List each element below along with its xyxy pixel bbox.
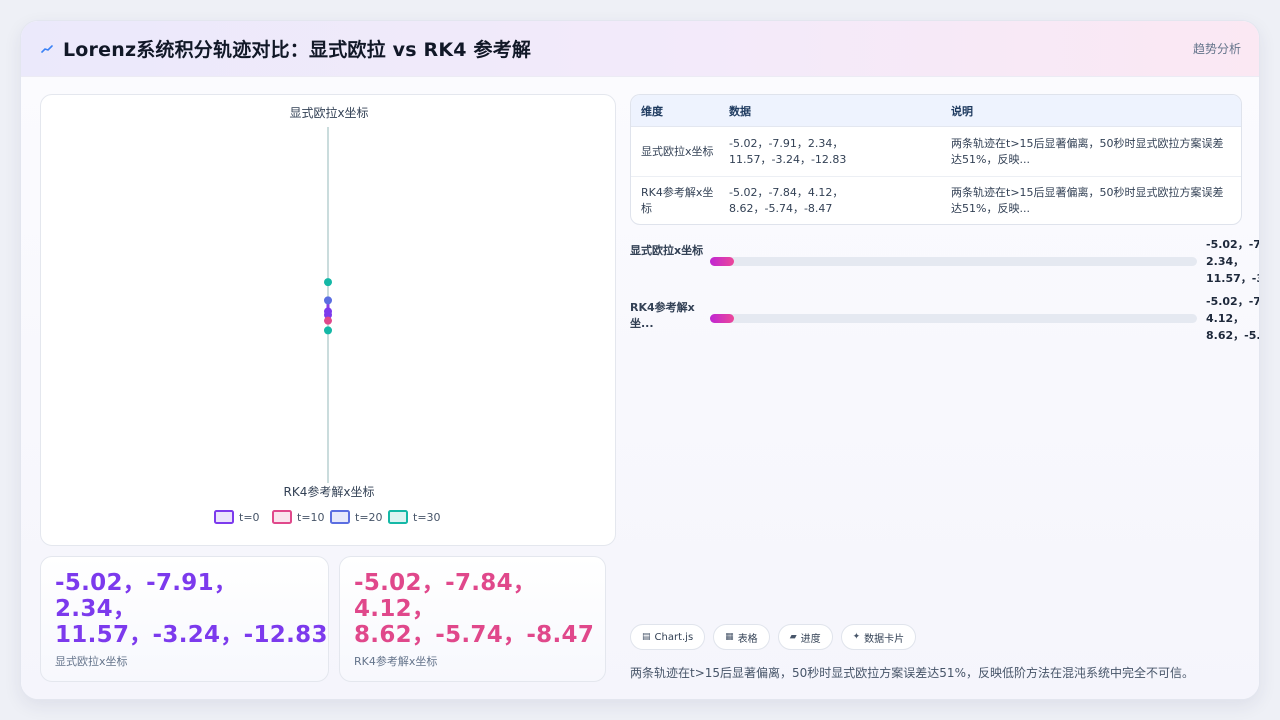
chip-chartjs[interactable]: ▤ Chart.js [630,624,706,650]
table-row: RK4参考解x坐标 -5.02，-7.84，4.12，8.62，-5.74，-8… [631,176,1241,224]
legend-label: t=10 [297,511,325,524]
header-bar: Lorenz系统积分轨迹对比：显式欧拉 vs RK4 参考解 趋势分析 [21,21,1259,77]
table-cell: -5.02，-7.84，4.12，8.62，-5.74，-8.47 [729,186,844,215]
x-axis-label: RK4参考解x坐标 [284,484,375,499]
data-card-icon: ✦ [852,632,861,642]
stat-card-euler: -5.02，-7.91， 2.34， 11.57，-3.24，-12.83 显式… [40,556,329,682]
legend-swatch [214,510,234,524]
progress-track [710,314,1197,323]
chip-data-card[interactable]: ✦ 数据卡片 [840,624,917,650]
chart-title: 显式欧拉x坐标 [289,105,368,120]
data-point [324,307,332,316]
trend-analysis-link[interactable]: 趋势分析 [1193,40,1241,57]
chip-label: 表格 [737,633,758,645]
legend-swatch [272,510,292,524]
legend-swatch [330,510,350,524]
table-cell: 两条轨迹在t>15后显著偏离，50秒时显式欧拉方案误差达51%，反映... [951,136,1224,166]
progress-track [710,257,1197,266]
chip-bar: ▤ Chart.js ▦ 表格 ▰ 进度 ✦ 数据卡片 [630,624,917,650]
table-cell: 显式欧拉x坐标 [641,144,714,158]
progress-fill [710,314,735,323]
table-cell: -5.02，-7.91，2.34，11.57，-3.24，-12.83 [729,136,847,166]
column-header: 说明 [951,104,973,118]
stat-value: -5.02，-7.84， 4.12， 8.62，-5.74，-8.47 [354,570,595,648]
dashboard-card: Lorenz系统积分轨迹对比：显式欧拉 vs RK4 参考解 趋势分析 显式欧拉… [20,20,1260,700]
legend-label: t=20 [355,511,383,524]
table-cell: RK4参考解x坐标 [641,186,714,215]
data-table: 维度 数据 说明 显式欧拉x坐标 -5.02，-7.91，2.34，11.57，… [630,94,1242,225]
trend-line-icon [41,44,53,53]
progress-icon: ▰ [789,632,797,642]
stat-label: 显式欧拉x坐标 [55,655,128,668]
table-icon: ▦ [725,632,734,642]
progress-label: RK4参考解x坐... [630,301,695,330]
data-point [324,326,332,335]
progress-row-rk4: RK4参考解x坐... -5.02，-7 4.12， 8.62，-5. [630,295,1259,342]
progress-row-euler: 显式欧拉x坐标 -5.02，-7 2.34， 11.57，-3 [630,238,1259,285]
chip-label: Chart.js [654,631,694,643]
scatter-chart: 显式欧拉x坐标 RK4参考解x坐标 t=0 t=10 t=20 t=30 [214,105,441,524]
progress-value: -5.02，-7 4.12， 8.62，-5. [1206,295,1260,342]
chip-label: 进度 [800,633,821,645]
chip-label: 数据卡片 [864,633,905,645]
column-header: 维度 [641,104,663,118]
progress-label: 显式欧拉x坐标 [630,244,704,257]
legend-label: t=0 [239,511,260,524]
chip-progress[interactable]: ▰ 进度 [777,624,833,650]
stat-label: RK4参考解x坐标 [354,655,438,668]
progress-fill [710,257,735,266]
table-row: 显式欧拉x坐标 -5.02，-7.91，2.34，11.57，-3.24，-12… [631,127,1241,176]
chart-panel: 显式欧拉x坐标 RK4参考解x坐标 t=0 t=10 t=20 t=30 [40,94,616,546]
stat-card-rk4: -5.02，-7.84， 4.12， 8.62，-5.74，-8.47 RK4参… [339,556,606,682]
legend-label: t=30 [413,511,441,524]
stat-value: -5.02，-7.91， 2.34， 11.57，-3.24，-12.83 [55,570,328,648]
data-point [324,278,332,287]
data-point [324,316,332,325]
table-header: 维度 数据 说明 [631,95,1241,127]
footer-note: 两条轨迹在t>15后显著偏离，50秒时显式欧拉方案误差达51%，反映低阶方法在混… [630,666,1194,680]
chart-icon: ▤ [642,632,651,642]
progress-value: -5.02，-7 2.34， 11.57，-3 [1206,238,1260,285]
table-cell: 两条轨迹在t>15后显著偏离，50秒时显式欧拉方案误差达51%，反映... [951,186,1224,215]
legend-swatch [388,510,408,524]
column-header: 数据 [729,104,751,118]
page-title: Lorenz系统积分轨迹对比：显式欧拉 vs RK4 参考解 [63,39,532,61]
chip-table[interactable]: ▦ 表格 [713,624,770,650]
data-point [324,296,332,305]
